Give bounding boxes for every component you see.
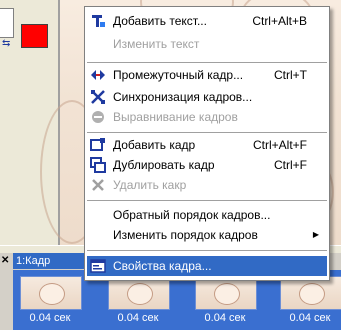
frame-delay[interactable]: 0.04 сек [15,312,85,324]
close-icon[interactable]: ✕ [1,255,9,266]
frame-thumbnail[interactable]: 0.04 сек [190,276,260,328]
menu-item-sync-frames[interactable]: Синхронизация кадров... [87,87,327,107]
menu-item-reorder-frames[interactable]: Изменить порядок кадров ▶ [87,225,327,245]
frame-image [195,276,257,310]
frame-delay[interactable]: 0.04 сек [275,312,341,324]
frame-image [280,276,341,310]
frame-image [20,276,82,310]
delete-icon [90,177,106,193]
duplicate-icon [90,157,106,173]
background-color-swatch[interactable] [0,8,14,38]
text-icon [90,13,106,29]
submenu-arrow-icon: ▶ [312,230,319,239]
menu-item-edit-text[interactable]: Изменить текст [87,34,327,54]
menu-separator [87,250,327,251]
menu-separator [87,132,327,133]
frame-thumbnail[interactable]: 0.04 сек [15,276,85,328]
menu-separator [87,200,327,201]
frame-delay[interactable]: 0.04 сек [190,312,260,324]
menu-item-add-text[interactable]: Добавить текст... Ctrl+Alt+B [87,11,327,31]
frame-context-menu: Добавить текст... Ctrl+Alt+B Изменить те… [84,6,330,281]
menu-item-add-frame[interactable]: Добавить кадр Ctrl+Alt+F [87,135,327,155]
menu-item-delete-frame[interactable]: Удалить какр [87,175,327,195]
frame-delay[interactable]: 0.04 сек [103,312,173,324]
align-icon [90,109,106,125]
frame-thumbnail[interactable]: 0.04 сек [275,276,341,328]
foreground-color-swatch[interactable] [21,24,48,48]
frame-image [108,276,170,310]
menu-item-reverse-frames[interactable]: Обратный порядок кадров... [87,205,327,225]
menu-item-align-frames[interactable]: Выравнивание кадров [87,107,327,127]
sync-icon [90,89,106,105]
menu-item-tween[interactable]: Промежуточный кадр... Ctrl+T [87,65,327,85]
frame-properties-icon [90,258,106,274]
swap-colors-icon[interactable]: ⇆ [2,38,10,49]
tween-icon [90,67,106,83]
frame-layer-label: 1:Кадр [13,253,86,269]
menu-item-duplicate-frame[interactable]: Дублировать кадр Ctrl+F [87,155,327,175]
menu-item-frame-properties[interactable]: Свойства кадра... [87,256,327,276]
frame-thumbnail[interactable]: 0.04 сек [103,276,173,328]
add-frame-icon [90,137,106,153]
menu-separator [87,62,327,63]
